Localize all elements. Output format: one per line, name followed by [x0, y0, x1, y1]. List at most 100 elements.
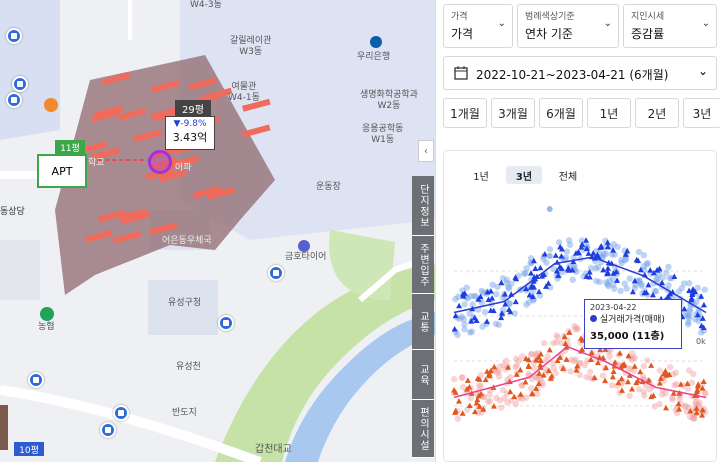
apartment-building: [188, 77, 217, 91]
scatter-point: [667, 363, 674, 371]
bus-stop-icon[interactable]: [6, 28, 22, 44]
selected-apartment-marker[interactable]: [148, 150, 172, 174]
scatter-point: [631, 363, 638, 369]
scatter-point: [640, 251, 648, 259]
scatter-point: [523, 301, 530, 308]
scatter-point: [565, 237, 573, 244]
y-axis-tick: 0k: [696, 337, 706, 346]
period-3y-button[interactable]: 3년: [683, 98, 720, 128]
scatter-point: [461, 301, 468, 308]
period-3m-button[interactable]: 3개월: [491, 98, 535, 128]
scatter-point: [498, 404, 505, 411]
period-1m-button[interactable]: 1개월: [443, 98, 487, 128]
bus-stop-icon[interactable]: [28, 372, 44, 388]
scatter-point: [530, 365, 538, 372]
scatter-point: [521, 270, 528, 277]
scatter-point: [486, 398, 494, 405]
scatter-point: [552, 252, 559, 258]
tab-nearby[interactable]: 주변입주: [412, 236, 434, 294]
price-marker[interactable]: ▼-9.8% 3.43억: [165, 116, 215, 150]
index-select[interactable]: 지인시세 증감률 ⌄: [623, 4, 717, 48]
scatter-point: [461, 321, 468, 328]
bus-stop-icon[interactable]: [268, 265, 284, 281]
scatter-point: [626, 392, 633, 400]
map-view[interactable]: W4-3동 갈릴레이관 W3동 여물관 W4-1동 우리은행 생명화학공학과 W…: [0, 0, 435, 462]
scatter-point: [466, 329, 474, 336]
apartment-building: [241, 124, 271, 138]
tire-shop-icon[interactable]: [298, 240, 310, 252]
chart-tab-all[interactable]: 전체: [548, 166, 588, 184]
bus-stop-icon[interactable]: [218, 315, 234, 331]
apartment-building: [133, 129, 162, 143]
chevron-down-icon: ⌄: [603, 18, 612, 29]
apt-marker[interactable]: APT: [37, 154, 87, 188]
scatter-point: [610, 241, 618, 248]
poi-orange-icon[interactable]: [44, 98, 58, 112]
collapse-panel-button[interactable]: ‹: [418, 140, 434, 162]
bank-icon: [370, 36, 382, 48]
index-value: 증감률: [631, 27, 665, 41]
scatter-point: [665, 263, 672, 271]
scatter-point: [701, 286, 708, 293]
scatter-point: [546, 206, 553, 212]
label-galilei: 갈릴레이관 W3동: [230, 36, 272, 57]
bus-stop-icon[interactable]: [12, 76, 28, 92]
label-post-office: 어은동우체국: [162, 236, 212, 246]
date-range-select[interactable]: 2022-10-21~2023-04-21 (6개월) ⌄: [443, 56, 717, 90]
period-6m-button[interactable]: 6개월: [539, 98, 583, 128]
scatter-point: [669, 396, 676, 403]
label-yeomul: 여물관 W4-1동: [228, 82, 260, 103]
scatter-point: [611, 285, 618, 292]
label-school: 학교: [88, 158, 105, 168]
tooltip-series: 실거래가격(매매): [599, 315, 665, 325]
bus-stop-icon[interactable]: [100, 422, 116, 438]
scatter-point: [544, 353, 551, 360]
tab-amenities[interactable]: 편의시설: [412, 400, 434, 458]
nonghyup-icon[interactable]: [40, 307, 54, 321]
scatter-point: [563, 248, 571, 255]
scatter-point: [640, 362, 648, 370]
bus-stop-icon[interactable]: [113, 405, 129, 421]
tab-complex-info[interactable]: 단지정보: [412, 176, 434, 236]
period-2y-button[interactable]: 2년: [635, 98, 679, 128]
scatter-point: [555, 239, 563, 246]
scatter-point: [496, 397, 504, 404]
scatter-point: [610, 368, 617, 374]
unit-size-badge-11: 11평: [55, 140, 85, 154]
scatter-point: [503, 276, 511, 284]
scatter-point: [697, 329, 705, 336]
unit-size-badge-10: 10평: [14, 442, 44, 456]
label-nonghyup: 농협: [38, 322, 55, 332]
scatter-point: [451, 326, 458, 332]
chart-tab-1y[interactable]: 1년: [464, 166, 498, 184]
scatter-point: [450, 376, 458, 383]
scatter-point: [467, 394, 475, 402]
apartment-building: [112, 230, 142, 244]
scatter-point: [684, 312, 691, 319]
tab-education[interactable]: 교육: [412, 350, 434, 400]
bus-stop-icon[interactable]: [6, 92, 22, 108]
color-basis-caption: 범례색상기준: [525, 12, 575, 22]
scatter-point: [700, 301, 707, 308]
scatter-point: [553, 332, 560, 339]
scatter-point: [522, 394, 530, 401]
building-blocks: [78, 72, 271, 244]
scatter-point: [477, 382, 485, 390]
chart-tab-3y[interactable]: 3년: [506, 166, 542, 184]
scatter-point: [512, 298, 519, 305]
scatter-point: [641, 392, 648, 399]
chevron-down-icon: ⌄: [701, 18, 710, 29]
scatter-point: [495, 321, 503, 328]
price-select[interactable]: 가격 가격 ⌄: [443, 4, 513, 48]
period-1y-button[interactable]: 1년: [587, 98, 631, 128]
label-stadium: 운동장: [316, 182, 341, 192]
index-caption: 지인시세: [631, 12, 665, 22]
scatter-point: [502, 357, 510, 365]
tab-transport[interactable]: 교통: [412, 294, 434, 350]
color-basis-select[interactable]: 범례색상기준 연차 기준 ⌄: [517, 4, 619, 48]
scatter-point: [513, 355, 520, 363]
scatter-point: [546, 346, 553, 353]
label-w4-3: W4-3동: [190, 0, 222, 10]
scatter-point: [656, 367, 663, 374]
chevron-down-icon: ⌄: [697, 64, 708, 78]
